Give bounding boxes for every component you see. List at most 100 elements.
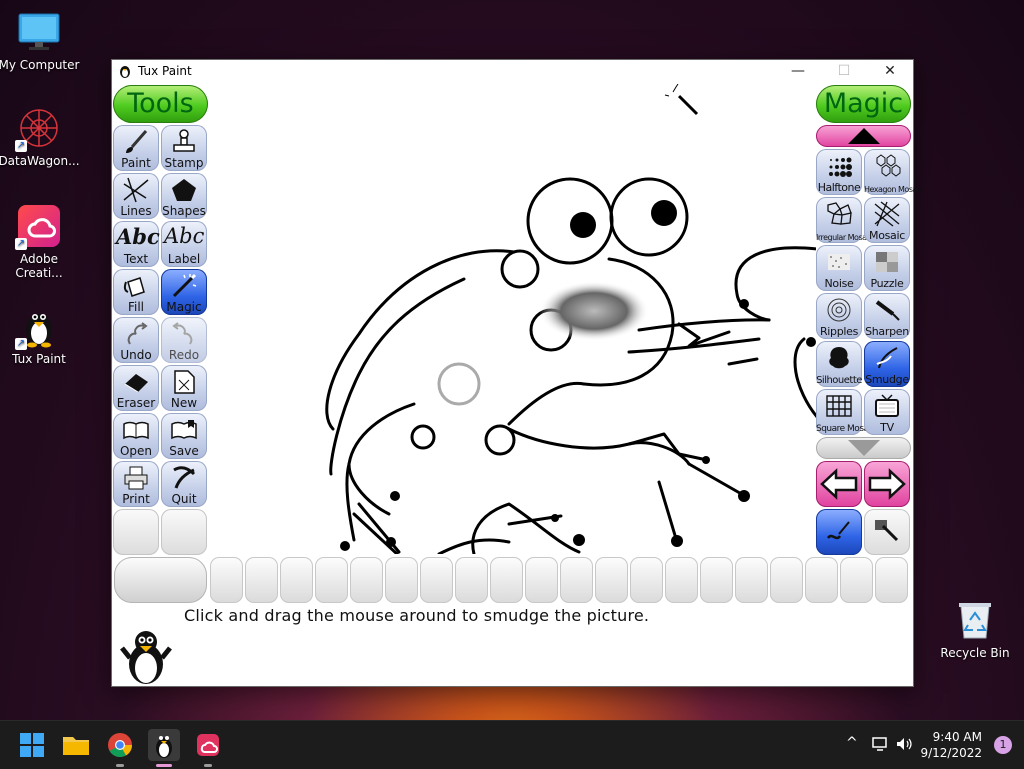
magic-label: Smudge: [865, 373, 909, 386]
hexagon-mosaic-icon: [876, 154, 901, 177]
tool-save[interactable]: Save: [161, 413, 207, 459]
active-indicator: [156, 764, 172, 767]
window-title: Tux Paint: [138, 64, 192, 78]
close-button[interactable]: ✕: [867, 60, 913, 82]
tool-lines[interactable]: Lines: [113, 173, 159, 219]
clock-time: 9:40 AM: [932, 730, 982, 744]
magic-ripples[interactable]: Ripples: [816, 293, 862, 339]
color-swatch[interactable]: [210, 557, 243, 603]
desktop-icon-my-computer[interactable]: My Computer: [0, 10, 81, 72]
desktop-icon-recycle-bin[interactable]: Recycle Bin: [933, 598, 1017, 660]
tool-open[interactable]: Open: [113, 413, 159, 459]
tool-label: Eraser: [116, 396, 156, 410]
magic-square-mosaic[interactable]: Square Mosaic: [816, 389, 875, 435]
tool-label: New: [170, 396, 198, 410]
color-swatch[interactable]: [245, 557, 278, 603]
tool-label: Magic: [166, 300, 202, 314]
minimize-button[interactable]: —: [775, 60, 821, 82]
taskbar-file-explorer[interactable]: [60, 729, 92, 761]
tool-quit[interactable]: Quit: [161, 461, 207, 507]
magic-label: Noise: [824, 277, 854, 290]
tool-label: Stamp: [164, 156, 204, 170]
title-bar[interactable]: Tux Paint — ☐ ✕: [112, 60, 913, 82]
magic-puzzle[interactable]: Puzzle: [864, 245, 910, 291]
start-button[interactable]: [16, 729, 48, 761]
magic-smudge[interactable]: Smudge: [864, 341, 910, 387]
tool-label: Undo: [120, 348, 152, 362]
magic-paint-mode-button[interactable]: [816, 509, 862, 555]
desktop-icon-label: DataWagon...: [0, 154, 80, 168]
tool-label-tool[interactable]: Abc Label: [161, 221, 207, 267]
status-message: Click and drag the mouse around to smudg…: [184, 606, 650, 625]
magic-noise[interactable]: Noise: [816, 245, 862, 291]
color-swatch[interactable]: [420, 557, 453, 603]
desktop-icon-adobe-creative[interactable]: ↗ Adobe Creati...: [0, 204, 81, 280]
tool-paint[interactable]: Paint: [113, 125, 159, 171]
desktop-icon-datawagon[interactable]: ↗ DataWagon...: [0, 106, 81, 168]
tool-magic[interactable]: Magic: [161, 269, 207, 315]
tux-penguin-icon: [156, 736, 172, 758]
color-swatch[interactable]: [455, 557, 488, 603]
color-swatch[interactable]: [665, 557, 698, 603]
color-swatch[interactable]: [770, 557, 803, 603]
color-swatch[interactable]: [595, 557, 628, 603]
next-arrow-button[interactable]: [864, 461, 910, 507]
magic-fullscreen-mode-button[interactable]: [864, 509, 910, 555]
color-swatch[interactable]: [525, 557, 558, 603]
color-swatch[interactable]: [735, 557, 768, 603]
magic-header: Magic: [816, 85, 911, 123]
tool-new[interactable]: New: [161, 365, 207, 411]
color-swatch[interactable]: [560, 557, 593, 603]
magic-mosaic[interactable]: Mosaic: [864, 197, 910, 243]
tool-shapes[interactable]: Shapes: [161, 173, 207, 219]
magic-halftone[interactable]: Halftone: [816, 149, 862, 195]
color-swatch[interactable]: [490, 557, 523, 603]
desktop-icon-tux-paint[interactable]: ↗ Tux Paint: [0, 304, 81, 366]
taskbar-tux-paint[interactable]: [148, 729, 180, 767]
color-swatch[interactable]: [280, 557, 313, 603]
smudge-mark: [539, 281, 649, 341]
drawing-canvas[interactable]: [209, 83, 861, 556]
tray-overflow-chevron[interactable]: ^: [846, 735, 858, 751]
taskbar-chrome[interactable]: [104, 729, 136, 767]
tool-redo[interactable]: Redo: [161, 317, 207, 363]
previous-arrow-button[interactable]: [816, 461, 862, 507]
taskbar: ^ 9:40 AM 9/12/2022 1: [0, 720, 1024, 769]
magic-label: Puzzle: [870, 277, 904, 290]
magic-hexagon-mosaic[interactable]: Hexagon Mosaic: [864, 149, 923, 195]
maximize-button[interactable]: ☐: [821, 60, 867, 82]
tool-text[interactable]: Abc Text: [113, 221, 160, 267]
tool-undo[interactable]: Undo: [113, 317, 159, 363]
speaker-icon[interactable]: [895, 735, 913, 753]
magic-irregular-mosaic[interactable]: Irregular Mosaic: [816, 197, 873, 243]
tool-stamp[interactable]: Stamp: [161, 125, 207, 171]
color-swatch[interactable]: [315, 557, 348, 603]
color-swatch[interactable]: [700, 557, 733, 603]
magic-tv[interactable]: TV: [864, 389, 910, 435]
color-swatch[interactable]: [630, 557, 663, 603]
notification-badge[interactable]: 1: [994, 736, 1012, 754]
system-clock[interactable]: 9:40 AM 9/12/2022: [920, 729, 982, 761]
taskbar-adobe-creative-cloud[interactable]: [192, 729, 224, 767]
noise-icon: [828, 254, 850, 270]
magic-sharpen[interactable]: Sharpen: [864, 293, 910, 339]
magic-label: Hexagon Mosaic: [864, 185, 923, 194]
network-icon[interactable]: [871, 735, 889, 753]
pentagon-icon: [172, 179, 196, 201]
running-indicator: [204, 764, 212, 767]
color-swatch[interactable]: [805, 557, 838, 603]
tux-paint-window: Tux Paint — ☐ ✕ Tools Paint Stamp Lines …: [111, 59, 923, 687]
magic-silhouette[interactable]: Silhouette: [816, 341, 862, 387]
color-swatch[interactable]: [875, 557, 908, 603]
magic-scroll-up-button[interactable]: [816, 125, 911, 147]
new-page-icon: [174, 370, 195, 394]
color-swatch[interactable]: [350, 557, 383, 603]
color-swatch[interactable]: [840, 557, 873, 603]
tool-fill[interactable]: Fill: [113, 269, 159, 315]
magic-scroll-down-button[interactable]: [816, 437, 911, 459]
quit-x-icon: [173, 466, 196, 489]
silhouette-icon: [829, 347, 849, 369]
tool-print[interactable]: Print: [113, 461, 159, 507]
color-swatch[interactable]: [385, 557, 418, 603]
tool-eraser[interactable]: Eraser: [113, 365, 159, 411]
